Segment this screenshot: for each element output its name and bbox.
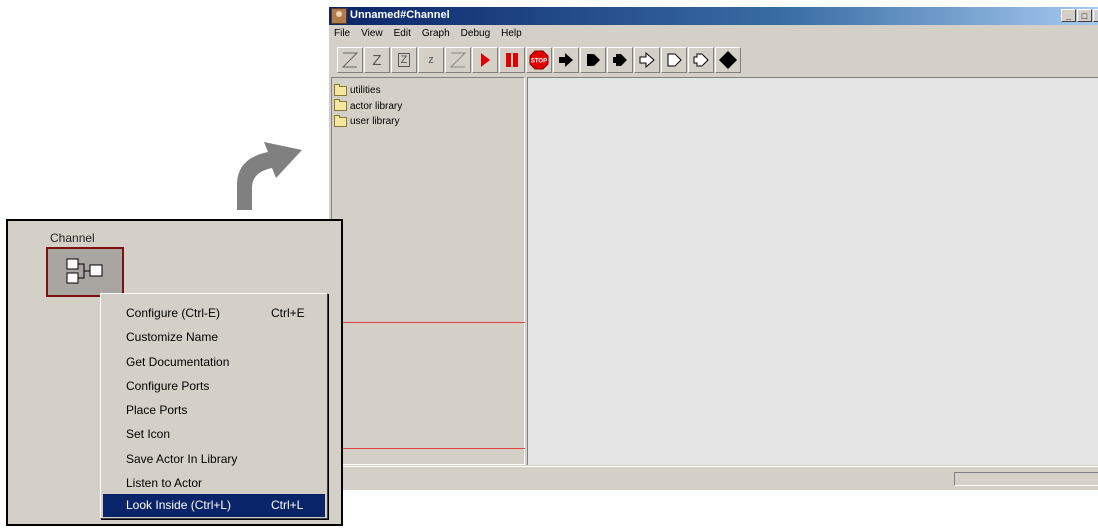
zoom-out-button[interactable]: z [418,47,444,73]
zoom-boxed-icon: Z [397,53,411,67]
menu-item-look-inside[interactable]: Look Inside (Ctrl+L) Ctrl+L [103,494,325,517]
input-port-button[interactable] [553,47,579,73]
menu-item-place-ports[interactable]: Place Ports [103,399,325,422]
pane-splitter[interactable] [335,448,525,449]
zoom-boxed-button[interactable]: Z [391,47,417,73]
menu-file[interactable]: File [333,28,351,44]
tree-item-label: utilities [350,85,381,97]
pause-icon [506,53,518,67]
io-port-arrow-icon [613,54,627,66]
menu-debug[interactable]: Debug [460,28,491,44]
status-field [954,472,1098,486]
run-button[interactable] [472,47,498,73]
zoom-reset-icon: Z [372,51,382,69]
tree-item-label: actor library [350,100,403,112]
window-title: Unnamed#Channel [350,9,450,21]
context-menu: Configure (Ctrl-E) Ctrl+E Customize Name… [100,293,328,519]
menu-item-label: Place Ports [126,403,188,417]
pause-button[interactable] [499,47,525,73]
menu-item-label: Get Documentation [126,355,230,369]
menu-item-listen-to-actor[interactable]: Listen to Actor [103,472,325,495]
menu-graph[interactable]: Graph [421,28,451,44]
menu-item-configure[interactable]: Configure (Ctrl-E) Ctrl+E [103,302,325,325]
menu-item-label: Listen to Actor [126,476,203,490]
multiport-input-button[interactable] [634,47,660,73]
tree-item-utilities[interactable]: utilities [334,83,402,99]
menu-item-get-documentation[interactable]: Get Documentation [103,351,325,374]
graph-canvas[interactable] [527,77,1098,465]
minimize-button[interactable]: _ [1061,9,1076,22]
title-bar: Unnamed#Channel _ □ × [329,7,1098,25]
io-port-button[interactable] [607,47,633,73]
menu-item-configure-ports[interactable]: Configure Ports [103,375,325,398]
menu-item-shortcut: Ctrl+E [271,306,305,320]
tree-item-user-library[interactable]: user library [334,114,402,130]
menu-view[interactable]: View [360,28,384,44]
library-pane: utilities actor library user library [331,77,525,465]
menu-item-label: Configure (Ctrl-E) [126,306,221,320]
relation-diamond-icon [719,51,737,69]
pane-splitter[interactable] [335,322,525,323]
menu-item-save-actor-in-library[interactable]: Save Actor In Library [103,448,325,471]
multiport-io-icon [693,53,709,67]
menu-item-shortcut: Ctrl+L [271,498,304,512]
output-port-button[interactable] [580,47,606,73]
menu-item-customize-name[interactable]: Customize Name [103,326,325,349]
menu-item-label: Customize Name [126,330,219,344]
folder-icon [334,99,347,112]
main-window: Unnamed#Channel _ □ × File View Edit Gra… [328,6,1098,490]
app-icon [331,8,347,24]
toolbar: Z Z z STOP [337,47,742,73]
zoom-reset-button[interactable]: Z [364,47,390,73]
tree-item-actor-library[interactable]: actor library [334,99,402,115]
close-button[interactable]: × [1093,9,1098,22]
actor-label: Channel [50,231,95,245]
multiport-output-icon [667,53,682,67]
multiport-io-button[interactable] [688,47,714,73]
menu-edit[interactable]: Edit [393,28,412,44]
menu-item-set-icon[interactable]: Set Icon [103,423,325,446]
maximize-button[interactable]: □ [1077,9,1092,22]
menu-item-label: Set Icon [126,427,171,441]
zoom-fit-icon [341,52,359,68]
menu-item-label: Look Inside (Ctrl+L) [126,498,232,512]
input-port-arrow-icon [559,53,573,67]
menu-item-label: Save Actor In Library [126,452,238,466]
channel-actor[interactable] [46,247,124,297]
relation-button[interactable] [715,47,741,73]
multiport-input-icon [639,51,655,69]
zoom-diagonal-button[interactable] [445,47,471,73]
zoom-out-icon: z [428,54,434,66]
library-tree: utilities actor library user library [334,83,402,130]
stop-icon: STOP [529,50,549,70]
menu-item-label: Configure Ports [126,379,210,393]
status-bar [329,466,1098,491]
folder-icon [334,114,347,127]
zoom-fit-button[interactable] [337,47,363,73]
svg-text:STOP: STOP [531,59,547,65]
menu-bar: File View Edit Graph Debug Help [333,28,523,44]
curved-arrow-icon [237,142,302,210]
stop-button[interactable]: STOP [526,47,552,73]
menu-help[interactable]: Help [500,28,523,44]
zoom-diagonal-icon [449,52,467,68]
run-icon [481,53,490,67]
output-port-flag-icon [587,54,600,66]
folder-icon [334,83,347,96]
inset-panel: Channel Configure (Ctrl-E) Ctrl+E Custom… [6,219,343,526]
multiport-output-button[interactable] [661,47,687,73]
tree-item-label: user library [350,116,400,128]
channel-actor-icon [66,258,103,284]
